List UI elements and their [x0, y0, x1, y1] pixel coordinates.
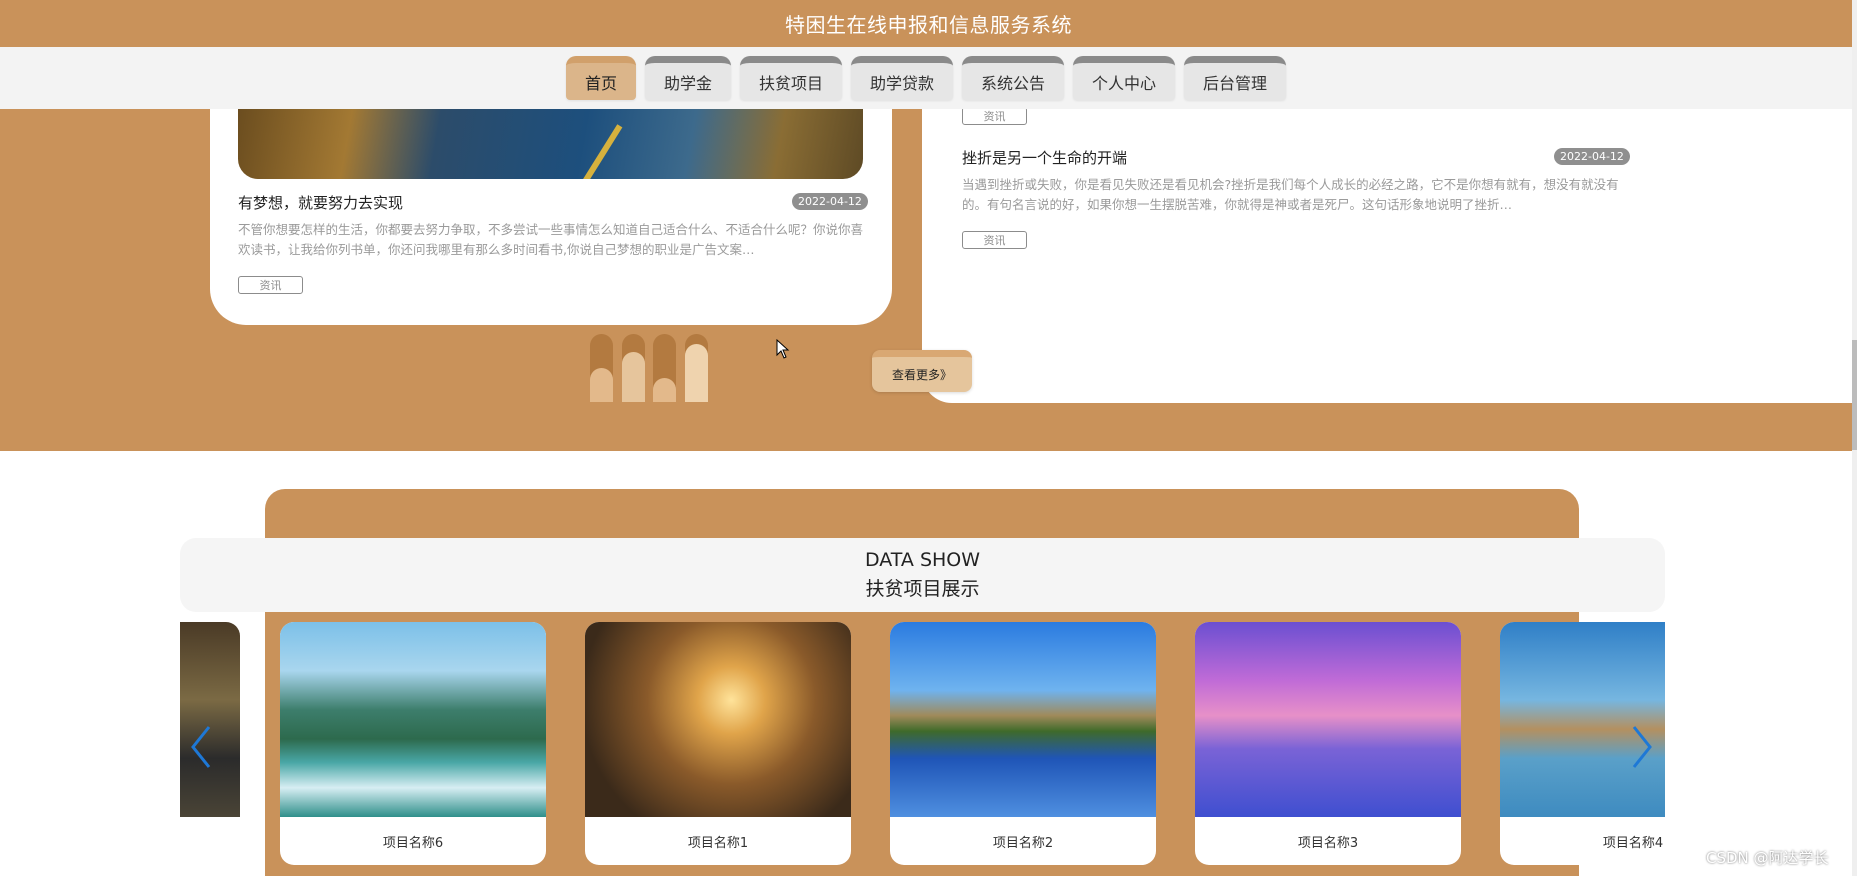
- news-tag[interactable]: 资讯: [238, 276, 303, 294]
- scrollbar-thumb[interactable]: [1852, 340, 1857, 450]
- news-title[interactable]: 有梦想，就要努力去实现: [238, 192, 403, 213]
- site-title: 特困生在线申报和信息服务系统: [785, 13, 1072, 37]
- project-card[interactable]: 项目名称2: [890, 622, 1156, 865]
- project-card[interactable]: 项目名称6: [280, 622, 546, 865]
- project-name: 项目名称4: [1602, 835, 1664, 851]
- news-tag[interactable]: 资讯: [962, 231, 1027, 249]
- news-date-badge: 2022-04-12: [792, 193, 868, 210]
- project-card[interactable]: 项目名称1: [585, 622, 851, 865]
- project-name: 项目名称3: [1297, 835, 1359, 851]
- page: 特困生在线申报和信息服务系统 首页 助学金 扶贫项目 助学贷款 系统公告 个人中…: [0, 0, 1857, 876]
- watermark: CSDN @阿达学长: [1706, 849, 1829, 867]
- news-card-featured[interactable]: 有梦想，就要努力去实现 2022-04-12 不管你想要怎样的生活，你都要去努力…: [210, 109, 892, 325]
- nav-item-student-loan[interactable]: 助学贷款: [851, 56, 953, 100]
- nav-item-poverty-projects[interactable]: 扶贫项目: [740, 56, 842, 100]
- carousel-prev-button[interactable]: [186, 722, 216, 772]
- main-nav: 首页 助学金 扶贫项目 助学贷款 系统公告 个人中心 后台管理: [0, 47, 1852, 109]
- nav-item-announcements[interactable]: 系统公告: [962, 56, 1064, 100]
- section-title-en: DATA SHOW: [864, 549, 981, 571]
- news-date-badge: 2022-04-12: [1554, 148, 1630, 165]
- site-header: 特困生在线申报和信息服务系统: [0, 0, 1857, 47]
- nav-item-home[interactable]: 首页: [566, 56, 636, 100]
- view-more-button[interactable]: 查看更多》: [872, 350, 972, 392]
- project-image[interactable]: [890, 622, 1156, 817]
- news-image[interactable]: [238, 109, 863, 179]
- page-scrollbar[interactable]: [1852, 0, 1857, 876]
- news-section: 有梦想，就要努力去实现 2022-04-12 不管你想要怎样的生活，你都要去努力…: [0, 107, 1852, 451]
- project-carousel: 项目名称6 项目名称1 项目名称2 项目名称3 项目名称4: [180, 622, 1665, 876]
- news-tag[interactable]: 资讯: [962, 107, 1027, 125]
- project-card[interactable]: 项目名称3: [1195, 622, 1461, 865]
- chevron-right-icon: [1632, 726, 1652, 768]
- chevron-left-icon: [191, 726, 211, 768]
- project-name: 项目名称2: [992, 835, 1054, 851]
- section-title-zh: 扶贫项目展示: [865, 578, 980, 600]
- project-name: 项目名称6: [382, 835, 444, 851]
- project-image[interactable]: [280, 622, 546, 817]
- news-list-panel: 资讯 挫折是另一个生命的开端 2022-04-12 当遇到挫折或失败，你是看见失…: [922, 107, 1852, 403]
- news-title[interactable]: 挫折是另一个生命的开端: [962, 147, 1127, 168]
- nav-item-personal-center[interactable]: 个人中心: [1073, 56, 1175, 100]
- project-image[interactable]: [585, 622, 851, 817]
- project-image[interactable]: [1500, 622, 1665, 817]
- project-name: [180, 817, 240, 865]
- project-image[interactable]: [180, 622, 240, 817]
- news-summary: 当遇到挫折或失败，你是看见失败还是看见机会?挫折是我们每个人成长的必经之路，它不…: [962, 177, 1619, 212]
- mouse-cursor-icon: [776, 339, 790, 359]
- data-show-header: DATA SHOW 扶贫项目展示: [180, 538, 1665, 612]
- project-name: 项目名称1: [687, 835, 749, 851]
- nav-item-admin[interactable]: 后台管理: [1184, 56, 1286, 100]
- carousel-next-button[interactable]: [1627, 722, 1657, 772]
- project-image[interactable]: [1195, 622, 1461, 817]
- news-summary: 不管你想要怎样的生活，你都要去努力争取，不多尝试一些事情怎么知道自己适合什么、不…: [238, 222, 863, 257]
- nav-item-grant[interactable]: 助学金: [645, 56, 731, 100]
